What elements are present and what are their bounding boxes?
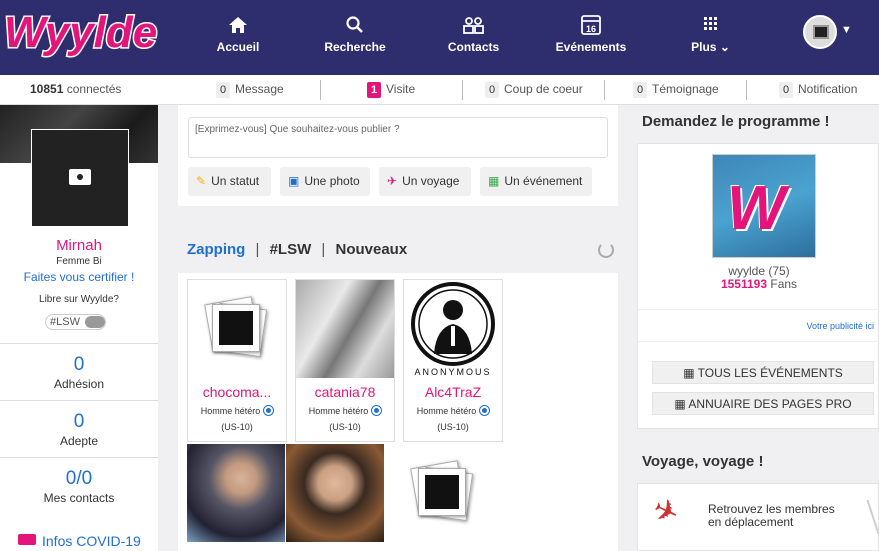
member-photo[interactable]	[394, 444, 492, 542]
nav-evenements-label: Evénements	[555, 40, 627, 54]
member-location: (US-10)	[221, 422, 253, 432]
camera-icon	[69, 169, 91, 185]
tab-zapping[interactable]: Zapping	[187, 241, 245, 258]
voyage-card[interactable]: ✈ Retrouvez les membres en déplacement	[637, 483, 879, 551]
nav-plus-label: Plus ⌄	[691, 40, 730, 54]
wyylde-page-logo[interactable]: W	[712, 154, 816, 258]
anonymous-logo: ANONYMOUS	[411, 282, 495, 377]
home-icon	[229, 17, 247, 33]
ticket-icon	[18, 534, 36, 545]
pub-link[interactable]: Votre publicité ici	[806, 321, 874, 331]
nav-recherche[interactable]: Recherche	[322, 0, 388, 75]
nav-accueil[interactable]: Accueil	[213, 0, 263, 75]
member-photo[interactable]	[188, 280, 286, 378]
profile-picture[interactable]	[31, 129, 129, 227]
member-location: (US-10)	[329, 422, 361, 432]
member-card[interactable]	[187, 444, 287, 551]
profile-sidebar: Mirnah Femme Bi Faites vous certifier ! …	[0, 105, 158, 551]
verified-icon	[480, 406, 490, 415]
voyage-title: Voyage, voyage !	[642, 453, 764, 470]
member-name[interactable]: catania78	[296, 384, 394, 400]
member-card[interactable]: chocoma... Homme hétéro (US-10)	[187, 279, 287, 442]
member-card[interactable]: catania78 Homme hétéro (US-10)	[295, 279, 395, 442]
directory-icon: ▦	[674, 397, 689, 411]
tab-nouveaux[interactable]: Nouveaux	[336, 241, 408, 258]
visite-counter[interactable]: 1 Visite	[367, 75, 415, 105]
tab-lsw[interactable]: #LSW	[270, 241, 312, 258]
chevron-down-icon[interactable]: ▼	[841, 24, 852, 36]
message-counter[interactable]: 0 Message	[216, 75, 284, 105]
airplane-icon: ✈	[647, 491, 685, 533]
calendar-icon: 16	[581, 15, 601, 35]
feed-tabs: Zapping | #LSW | Nouveaux	[187, 241, 408, 258]
coup-de-coeur-counter[interactable]: 0 Coup de coeur	[485, 75, 583, 105]
stat-contacts[interactable]: 0/0 Mes contacts	[0, 457, 158, 514]
member-photo[interactable]: ANONYMOUS	[404, 280, 502, 378]
nav-plus[interactable]: Plus ⌄	[683, 0, 738, 75]
member-photo[interactable]	[286, 444, 384, 542]
page-pro-card: W wyylde (75) 1551193 Fans Votre publici…	[637, 143, 879, 429]
verified-icon	[264, 406, 274, 415]
refresh-icon[interactable]	[598, 242, 614, 258]
top-navbar: Wyylde Accueil Recherche Contacts 16 Evé…	[0, 0, 879, 75]
member-grid: chocoma... Homme hétéro (US-10) catania7…	[178, 273, 618, 551]
nav-contacts-label: Contacts	[447, 40, 500, 54]
nav-contacts[interactable]: Contacts	[446, 0, 501, 75]
temoignage-counter[interactable]: 0 Témoignage	[633, 75, 719, 105]
covid-link[interactable]: Infos COVID-19	[18, 533, 141, 549]
pencil-icon: ✎	[196, 174, 207, 188]
grid-icon	[704, 17, 717, 30]
member-name[interactable]: chocoma...	[188, 384, 286, 400]
member-photo[interactable]	[187, 444, 285, 542]
plane-icon: ✈	[387, 174, 398, 188]
nav-recherche-label: Recherche	[324, 40, 386, 54]
notification-counter[interactable]: 0 Notification	[779, 75, 857, 105]
member-type: Homme hétéro	[404, 406, 502, 416]
connected-count: 10851 connectés	[30, 82, 122, 96]
nav-accueil-label: Accueil	[216, 40, 260, 54]
voyage-text: Retrouvez les membres en déplacement	[708, 502, 835, 529]
libre-label: Libre sur Wyylde?	[39, 294, 119, 305]
calendar-icon: ▦	[488, 174, 500, 188]
page-name[interactable]: wyylde (75)	[638, 264, 879, 278]
programme-title: Demandez le programme !	[642, 113, 830, 130]
member-photo[interactable]	[296, 280, 394, 378]
evenement-button[interactable]: ▦ Un événement	[480, 167, 592, 196]
member-card[interactable]: ANONYMOUS Alc4TraZ Homme hétéro (US-10)	[403, 279, 503, 442]
svg-text:16: 16	[586, 24, 596, 34]
chevron-down-icon: ⌄	[719, 40, 730, 54]
profile-name[interactable]: Mirnah	[0, 237, 158, 254]
annuaire-button[interactable]: ▦ ANNUAIRE DES PAGES PRO	[652, 392, 874, 415]
calendar-icon: ▦	[683, 366, 698, 380]
profile-gender: Femme Bi	[56, 256, 102, 267]
member-location: (US-10)	[437, 422, 469, 432]
post-input[interactable]: [Exprimez-vous] Que souhaitez-vous publi…	[188, 117, 608, 158]
lsw-toggle[interactable]: #LSW	[45, 314, 106, 330]
page-fans: 1551193 Fans	[720, 277, 798, 291]
certify-link[interactable]: Faites vous certifier !	[0, 270, 158, 284]
post-composer: [Exprimez-vous] Que souhaitez-vous publi…	[178, 105, 618, 206]
camera-plus-icon: ▣	[288, 174, 300, 188]
svg-text:Wyylde: Wyylde	[4, 8, 157, 57]
member-card[interactable]	[394, 444, 494, 551]
chevron-right-icon[interactable]	[854, 500, 879, 534]
search-icon	[346, 16, 363, 33]
wyylde-logo[interactable]: Wyylde	[2, 5, 162, 65]
verified-icon	[372, 406, 382, 415]
voyage-button[interactable]: ✈ Un voyage	[379, 167, 471, 196]
contacts-icon	[463, 17, 484, 34]
member-type: Homme hétéro	[188, 406, 286, 416]
statut-button[interactable]: ✎ Un statut	[188, 167, 271, 196]
member-type: Homme hétéro	[296, 406, 394, 416]
photo-button[interactable]: ▣ Une photo	[280, 167, 370, 196]
stat-adepte[interactable]: 0 Adepte	[0, 400, 158, 457]
status-bar: 10851 connectés 0 Message 1 Visite 0 Coup d…	[0, 75, 879, 105]
nav-evenements[interactable]: 16 Evénements	[555, 0, 627, 75]
member-name[interactable]: Alc4TraZ	[404, 384, 502, 400]
avatar-icon[interactable]	[803, 15, 837, 49]
member-card[interactable]	[286, 444, 386, 551]
stat-adhesion[interactable]: 0 Adhésion	[0, 343, 158, 400]
all-events-button[interactable]: ▦ TOUS LES ÉVÉNEMENTS	[652, 361, 874, 384]
svg-text:ANONYMOUS: ANONYMOUS	[414, 367, 491, 377]
